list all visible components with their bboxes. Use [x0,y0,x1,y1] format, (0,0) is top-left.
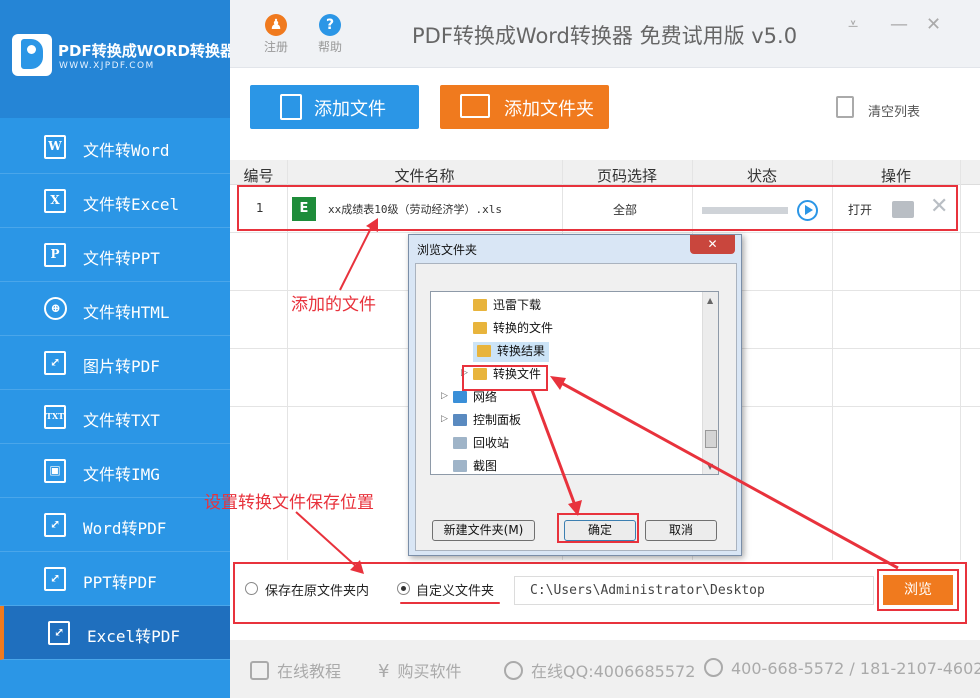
sidebar-item[interactable]: W 文件转Word [0,120,230,174]
footer: 在线教程 ¥ 购买软件 在线QQ:4006685572 400-668-5572 … [230,640,980,698]
tree-item[interactable]: 截图 [453,457,498,474]
folder-icon [453,460,467,472]
folder-icon [473,299,487,311]
sidebar-item-icon: ▣ [44,459,66,483]
add-folder-button[interactable]: 添加文件夹 [440,85,609,129]
folder-icon [453,391,467,403]
expand-icon[interactable]: ▷ [441,391,448,401]
annotation-arrows [530,376,899,570]
radio-original-folder[interactable] [245,582,258,595]
close-window-icon[interactable]: ✕ [926,14,941,35]
brand-name: PDF转换成WORD转换器 [58,42,235,60]
skin-menu-icon[interactable]: ⩡ [848,14,858,35]
sidebar-item[interactable]: P 文件转PPT [0,228,230,282]
sidebar-item-icon: ⊕ [44,297,67,320]
brand-header: PDF转换成WORD转换器 WWW.XJPDF.COM [0,0,235,118]
folder-icon [453,437,467,449]
sidebar-item[interactable]: ⤢ PPT转PDF [0,552,230,606]
tree-item-label: 截图 [473,459,498,473]
radio-custom-folder[interactable] [397,582,410,595]
header-status: 状态 [746,167,777,185]
brand-site: WWW.XJPDF.COM [59,61,155,71]
sidebar-item-label: 文件转PPT [83,249,160,268]
buy-link[interactable]: ¥ 购买软件 [378,658,461,682]
sidebar-item[interactable]: ▣ 文件转IMG [0,444,230,498]
title-bar: ♟ 注册 ? 帮助 PDF转换成Word转换器 免费试用版 v5.0 ⩡ — ✕ [230,0,980,68]
tree-item-label: 转换的文件 [493,321,554,335]
tree-item[interactable]: 转换的文件 [473,319,553,339]
yen-icon: ¥ [378,661,390,682]
sidebar-item[interactable]: X 文件转Excel [0,174,230,228]
table-header: 编号 文件名称 页码选择 状态 操作 [230,160,980,185]
tree-item-label: 网络 [473,390,498,404]
tree-item[interactable]: 回收站 [453,434,509,454]
phone-info: 400-668-5572 / 181-2107-4602 [704,658,980,678]
register-icon: ♟ [265,14,287,36]
sidebar-item[interactable]: ⤢ Excel转PDF [0,606,230,660]
app-logo [12,34,52,76]
sidebar-item-label: 文件转Word [83,141,170,160]
app-title: PDF转换成Word转换器 免费试用版 v5.0 [412,24,798,48]
folder-icon [460,94,490,118]
sidebar-item-label: 图片转PDF [83,357,160,376]
header-actions: 操作 [880,167,911,185]
file-icon [280,94,302,120]
tutorial-icon [250,661,269,680]
sidebar-item-label: 文件转HTML [83,303,170,322]
sidebar-item[interactable]: ⤢ 图片转PDF [0,336,230,390]
sidebar-item-label: 文件转Excel [83,195,180,214]
tree-item[interactable]: ▷ 控制面板 [441,411,522,431]
option-original-label: 保存在原文件夹内 [265,584,370,599]
folder-icon [477,345,491,357]
qq-link[interactable]: 在线QQ:4006685572 [504,658,695,682]
sidebar-item-label: Excel转PDF [87,627,181,646]
header-name: 文件名称 [394,167,455,185]
sidebar-item-icon: ⤢ [44,513,66,537]
save-path-input[interactable]: C:\Users\Administrator\Desktop [514,576,874,605]
add-file-button[interactable]: 添加文件 [250,85,419,129]
annotation-underline [400,602,500,604]
tree-item-label: 回收站 [473,436,510,450]
option-custom-label: 自定义文件夹 [416,584,495,599]
tree-item[interactable]: ▷ 网络 [441,388,498,408]
trash-icon [836,96,854,118]
sidebar-item-icon: P [44,243,66,267]
sidebar-item-label: 文件转TXT [83,411,160,430]
phone-icon [704,658,723,677]
header-index: 编号 [243,167,274,185]
annotation-arrow [339,218,378,291]
folder-icon [473,322,487,334]
qq-icon [504,661,523,680]
minimize-icon[interactable]: — [890,14,908,35]
help-icon: ? [319,14,341,36]
header-pages: 页码选择 [596,167,657,185]
tree-item[interactable]: 转换结果 [473,342,550,362]
sidebar-item-icon: ⤢ [44,567,66,591]
help-button[interactable]: ? 帮助 [310,14,350,55]
register-button[interactable]: ♟ 注册 [256,14,296,55]
sidebar-item-icon: ⤢ [44,351,66,375]
tree-item[interactable]: 迅雷下载 [473,296,541,316]
tree-item-label: 转换结果 [497,344,546,358]
sidebar-item-label: PPT转PDF [83,573,157,592]
folder-icon [453,414,467,426]
sidebar-item-icon: X [44,189,66,213]
dialog-title: 浏览文件夹 [417,243,478,257]
tree-item-label: 控制面板 [473,413,522,427]
tutorial-link[interactable]: 在线教程 [250,658,341,682]
sidebar-item-icon: W [44,135,66,159]
sidebar-item-icon: TXT [44,405,66,429]
sidebar: PDF转换成WORD转换器 WWW.XJPDF.COM W 文件转Word X 文件转… [0,0,235,698]
sidebar-item-label: Word转PDF [83,519,167,538]
sidebar-item[interactable]: TXT 文件转TXT [0,390,230,444]
dialog-close-button[interactable]: ✕ [690,235,735,254]
sidebar-item-label: 文件转IMG [83,465,160,484]
tree-item-label: 迅雷下载 [493,298,542,312]
annotation-added-file: 添加的文件 [291,295,376,315]
sidebar-item[interactable]: ⤢ Word转PDF [0,498,230,552]
sidebar-item[interactable]: ⊕ 文件转HTML [0,282,230,336]
expand-icon[interactable]: ▷ [441,414,448,424]
sidebar-item-icon: ⤢ [48,621,70,645]
